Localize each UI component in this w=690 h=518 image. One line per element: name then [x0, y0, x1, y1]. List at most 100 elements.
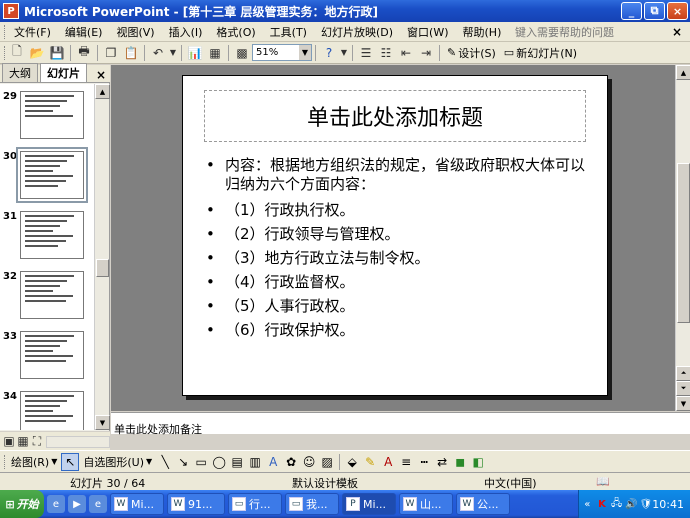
quicklaunch-media-icon[interactable]: ▶ [68, 495, 86, 513]
shadow-icon[interactable]: ◼ [451, 453, 469, 471]
slide-thumbnail-item[interactable]: 32 [0, 269, 94, 325]
menu-edit[interactable]: 编辑(E) [58, 24, 110, 40]
slide-thumbnail[interactable] [20, 91, 84, 139]
slideshow-view-icon[interactable]: ⛶ [30, 432, 44, 450]
taskbar-task-button[interactable]: W 山... [399, 493, 453, 515]
close-button[interactable]: × [667, 2, 688, 20]
next-slide-icon[interactable]: ⏷ [676, 381, 690, 396]
3d-style-icon[interactable]: ◧ [469, 453, 487, 471]
slide-vertical-scrollbar[interactable]: ▲ ⏶ ⏷ ▼ [675, 65, 690, 411]
increase-indent-icon[interactable]: ⇥ [416, 44, 436, 62]
slide-thumbnail[interactable] [20, 211, 84, 259]
slide-thumbnail-list[interactable]: 29 30 31 32 33 34 [0, 84, 94, 430]
normal-view-icon[interactable]: ▣ [2, 432, 16, 450]
quicklaunch-ie-icon[interactable]: e [89, 495, 107, 513]
undo-icon[interactable]: ↶ [148, 44, 168, 62]
slide-thumbnail[interactable] [20, 331, 84, 379]
help-search-input[interactable]: 键入需要帮助的问题 [515, 24, 635, 40]
slide-thumbnail-item[interactable]: 33 [0, 329, 94, 385]
taskbar-task-button[interactable]: P Mi... [342, 493, 396, 515]
show-grid-icon[interactable]: ▩ [232, 44, 252, 62]
menu-window[interactable]: 窗口(W) [400, 24, 455, 40]
minimize-button[interactable]: _ [621, 2, 642, 20]
oval-icon[interactable]: ◯ [210, 453, 228, 471]
numbered-list-icon[interactable]: ☰ [356, 44, 376, 62]
menu-slideshow[interactable]: 幻灯片放映(D) [314, 24, 400, 40]
powerpoint-app-icon[interactable]: P [3, 3, 19, 19]
decrease-indent-icon[interactable]: ⇤ [396, 44, 416, 62]
menu-file[interactable]: 文件(F) [7, 24, 58, 40]
zoom-dropdown-icon[interactable]: ▼ [299, 45, 311, 60]
fill-color-icon[interactable]: ⬙ [343, 453, 361, 471]
scroll-up-arrow[interactable]: ▲ [676, 65, 690, 80]
line-color-icon[interactable]: ✎ [361, 453, 379, 471]
spellcheck-icon[interactable]: 📖 [596, 475, 610, 488]
zoom-select[interactable]: 51% ▼ [252, 44, 312, 61]
save-icon[interactable]: 💾 [47, 44, 67, 62]
wordart-icon[interactable]: A [264, 453, 282, 471]
insert-table-icon[interactable]: ▦ [205, 44, 225, 62]
help-icon[interactable]: ? [319, 44, 339, 62]
paste-icon[interactable]: 📋 [121, 44, 141, 62]
network-icon[interactable]: 🖧 [610, 497, 623, 511]
autoshapes-button[interactable]: 自选图形(U) ▼ [79, 454, 156, 470]
font-color-icon[interactable]: A [379, 453, 397, 471]
menu-format[interactable]: 格式(O) [209, 24, 262, 40]
title-placeholder[interactable]: 单击此处添加标题 [204, 90, 586, 142]
dash-style-icon[interactable]: ┅ [415, 453, 433, 471]
picture-icon[interactable]: ▨ [318, 453, 336, 471]
vertical-textbox-icon[interactable]: ▥ [246, 453, 264, 471]
open-folder-icon[interactable]: 📂 [27, 44, 47, 62]
menu-tools[interactable]: 工具(T) [263, 24, 314, 40]
arrow-icon[interactable]: ↘ [174, 453, 192, 471]
slides-panel-scrollbar[interactable]: ▲ ▼ [94, 84, 110, 430]
antivirus-icon[interactable]: K [596, 497, 609, 511]
rectangle-icon[interactable]: ▭ [192, 453, 210, 471]
slide-thumbnail-item[interactable]: 34 [0, 389, 94, 430]
undo-dropdown-icon[interactable]: ▼ [168, 44, 178, 62]
slide-thumbnail[interactable] [20, 271, 84, 319]
draw-menu-button[interactable]: 绘图(R) ▼ [7, 454, 61, 470]
taskbar-task-button[interactable]: W 91... [167, 493, 225, 515]
menu-insert[interactable]: 插入(I) [162, 24, 210, 40]
volume-icon[interactable]: 🔊 [625, 497, 638, 511]
bullet-list-icon[interactable]: ☷ [376, 44, 396, 62]
design-button[interactable]: ✎ 设计(S) [443, 45, 500, 61]
tab-slides[interactable]: 幻灯片 [40, 63, 87, 82]
tab-outline[interactable]: 大纲 [2, 63, 38, 82]
help-dropdown-icon[interactable]: ▼ [339, 44, 349, 62]
notes-pane[interactable]: 单击此处添加备注 [111, 412, 690, 436]
diagram-icon[interactable]: ✿ [282, 453, 300, 471]
line-icon[interactable]: ╲ [156, 453, 174, 471]
taskbar-task-button[interactable]: W 公... [456, 493, 510, 515]
taskbar-task-button[interactable]: ▭ 行... [228, 493, 282, 515]
slide-thumbnail[interactable] [16, 147, 88, 203]
copy-icon[interactable]: ❐ [101, 44, 121, 62]
arrow-style-icon[interactable]: ⇄ [433, 453, 451, 471]
taskbar-task-button[interactable]: W Mi... [110, 493, 164, 515]
current-slide[interactable]: 单击此处添加标题 • 内容：根据地方组织法的规定，省级政府职权大体可以归纳为六个方… [182, 75, 608, 396]
new-slide-button[interactable]: ▭ 新幻灯片(N) [500, 45, 581, 61]
slide-sorter-view-icon[interactable]: ▦ [16, 432, 30, 450]
scroll-down-arrow[interactable]: ▼ [95, 415, 110, 430]
slide-thumbnail-item[interactable]: 29 [0, 89, 94, 145]
body-text-placeholder[interactable]: • 内容：根据地方组织法的规定，省级政府职权大体可以归纳为六个方面内容： • （1）行… [205, 154, 595, 342]
slide-thumbnail-item[interactable]: 30 [0, 147, 94, 205]
print-icon[interactable]: 🖶 [74, 44, 94, 62]
menu-help[interactable]: 帮助(H) [456, 24, 509, 40]
horizontal-scrollbar[interactable] [46, 436, 110, 448]
insert-chart-icon[interactable]: 📊 [185, 44, 205, 62]
taskbar-task-button[interactable]: ▭ 我... [285, 493, 339, 515]
slide-thumbnail-item[interactable]: 31 [0, 209, 94, 265]
menu-view[interactable]: 视图(V) [109, 24, 161, 40]
scroll-down-arrow[interactable]: ▼ [676, 396, 690, 411]
start-button[interactable]: ⊞ 开始 [0, 490, 44, 518]
tray-expand-icon[interactable]: « [581, 497, 594, 511]
clipart-icon[interactable]: ☺ [300, 453, 318, 471]
restore-button[interactable]: ⧉ [644, 2, 665, 20]
textbox-icon[interactable]: ▤ [228, 453, 246, 471]
scroll-up-arrow[interactable]: ▲ [95, 84, 110, 99]
slide-thumbnail[interactable] [20, 391, 84, 430]
previous-slide-icon[interactable]: ⏶ [676, 366, 690, 381]
scroll-thumb[interactable] [677, 163, 690, 323]
